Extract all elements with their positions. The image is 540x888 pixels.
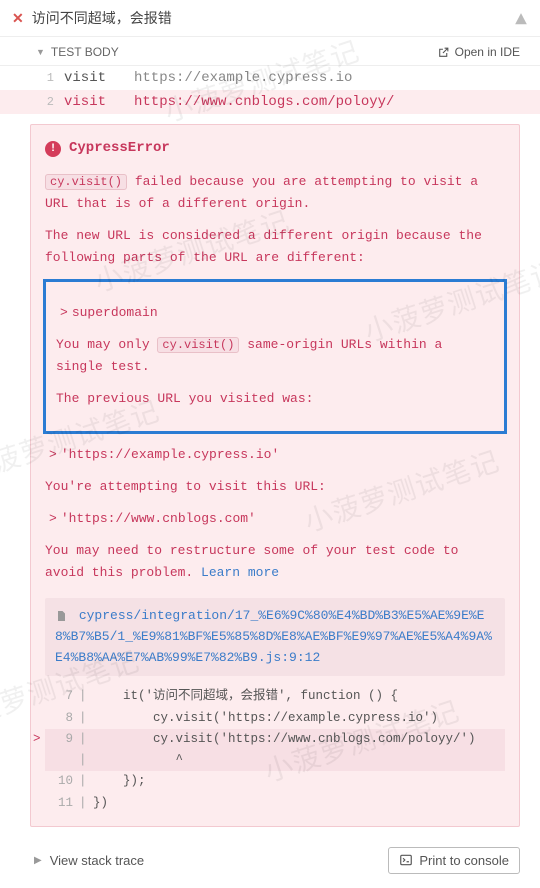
chevron-right-icon: > <box>60 305 68 320</box>
caret-marker: ^ <box>93 750 183 771</box>
test-body-header[interactable]: ▼ TEST BODY Open in IDE <box>0 37 540 65</box>
open-in-ide-label: Open in IDE <box>455 45 520 59</box>
command-arg: https://example.cypress.io <box>134 70 352 86</box>
line-number: 8 <box>43 708 79 729</box>
error-text: The new URL is considered a different or… <box>45 225 505 269</box>
error-title: CypressError <box>69 137 170 161</box>
error-url: 'https://www.cnblogs.com' <box>61 511 256 526</box>
terminal-icon <box>399 853 413 867</box>
print-to-console-button[interactable]: Print to console <box>388 847 520 874</box>
error-url: 'https://example.cypress.io' <box>61 447 279 462</box>
test-title: 访问不同超域，会报错 <box>32 8 514 28</box>
open-in-ide-button[interactable]: Open in IDE <box>437 45 520 59</box>
line-number: 9 <box>43 729 79 750</box>
fail-x-icon: ✕ <box>12 10 24 27</box>
file-path-link[interactable]: cypress/integration/17_%E6%9C%80%E4%BD%B… <box>45 598 505 676</box>
print-label: Print to console <box>419 853 509 868</box>
error-text: You're attempting to visit this URL: <box>45 476 505 498</box>
code-frame: 7| it('访问不同超域，会报错', function () { 8| cy.… <box>45 686 505 814</box>
view-stack-trace-button[interactable]: View stack trace <box>50 853 144 868</box>
file-path: cypress/integration/17_%E6%9C%80%E4%BD%B… <box>55 608 492 665</box>
command-arg: https://www.cnblogs.com/poloyy/ <box>134 94 394 110</box>
error-text: You may only <box>56 337 157 352</box>
code-line: cy.visit('https://example.cypress.io') <box>93 708 438 729</box>
caret-down-icon: ▼ <box>36 47 45 57</box>
line-number: 10 <box>43 771 79 792</box>
error-badge-icon: ! <box>45 141 61 157</box>
command-name: visit <box>64 94 134 110</box>
highlight-box: >superdomain You may only cy.visit() sam… <box>43 279 507 433</box>
command-number: 1 <box>36 71 54 85</box>
command-log: 1 visit https://example.cypress.io 2 vis… <box>0 65 540 114</box>
line-number: 7 <box>43 686 79 707</box>
external-link-icon <box>437 46 450 59</box>
error-text: The previous URL you visited was: <box>56 388 494 410</box>
error-text: superdomain <box>72 305 158 320</box>
chevron-right-icon: > <box>49 447 57 462</box>
command-row-failed[interactable]: 2 visit https://www.cnblogs.com/poloyy/ <box>0 90 540 114</box>
caret-right-icon: ▶ <box>34 855 42 866</box>
code-line: }); <box>93 771 146 792</box>
code-line: }) <box>93 793 108 814</box>
test-body-label: TEST BODY <box>51 45 119 59</box>
file-icon <box>55 608 75 623</box>
warning-icon <box>514 10 528 26</box>
footer: ▶ View stack trace Print to console <box>0 837 540 888</box>
inline-code: cy.visit() <box>157 337 239 353</box>
learn-more-link[interactable]: Learn more <box>201 565 279 580</box>
code-line: cy.visit('https://www.cnblogs.com/poloyy… <box>93 729 476 750</box>
error-pointer-icon: > <box>33 729 43 750</box>
command-name: visit <box>64 70 134 86</box>
chevron-right-icon: > <box>49 511 57 526</box>
error-body: cy.visit() failed because you are attemp… <box>45 171 505 814</box>
command-row[interactable]: 1 visit https://example.cypress.io <box>0 66 540 90</box>
line-number: 11 <box>43 793 79 814</box>
code-line: it('访问不同超域，会报错', function () { <box>93 686 398 707</box>
inline-code: cy.visit() <box>45 174 127 190</box>
command-number: 2 <box>36 95 54 109</box>
error-panel: ! CypressError cy.visit() failed because… <box>30 124 520 827</box>
test-header: ✕ 访问不同超域，会报错 <box>0 0 540 37</box>
